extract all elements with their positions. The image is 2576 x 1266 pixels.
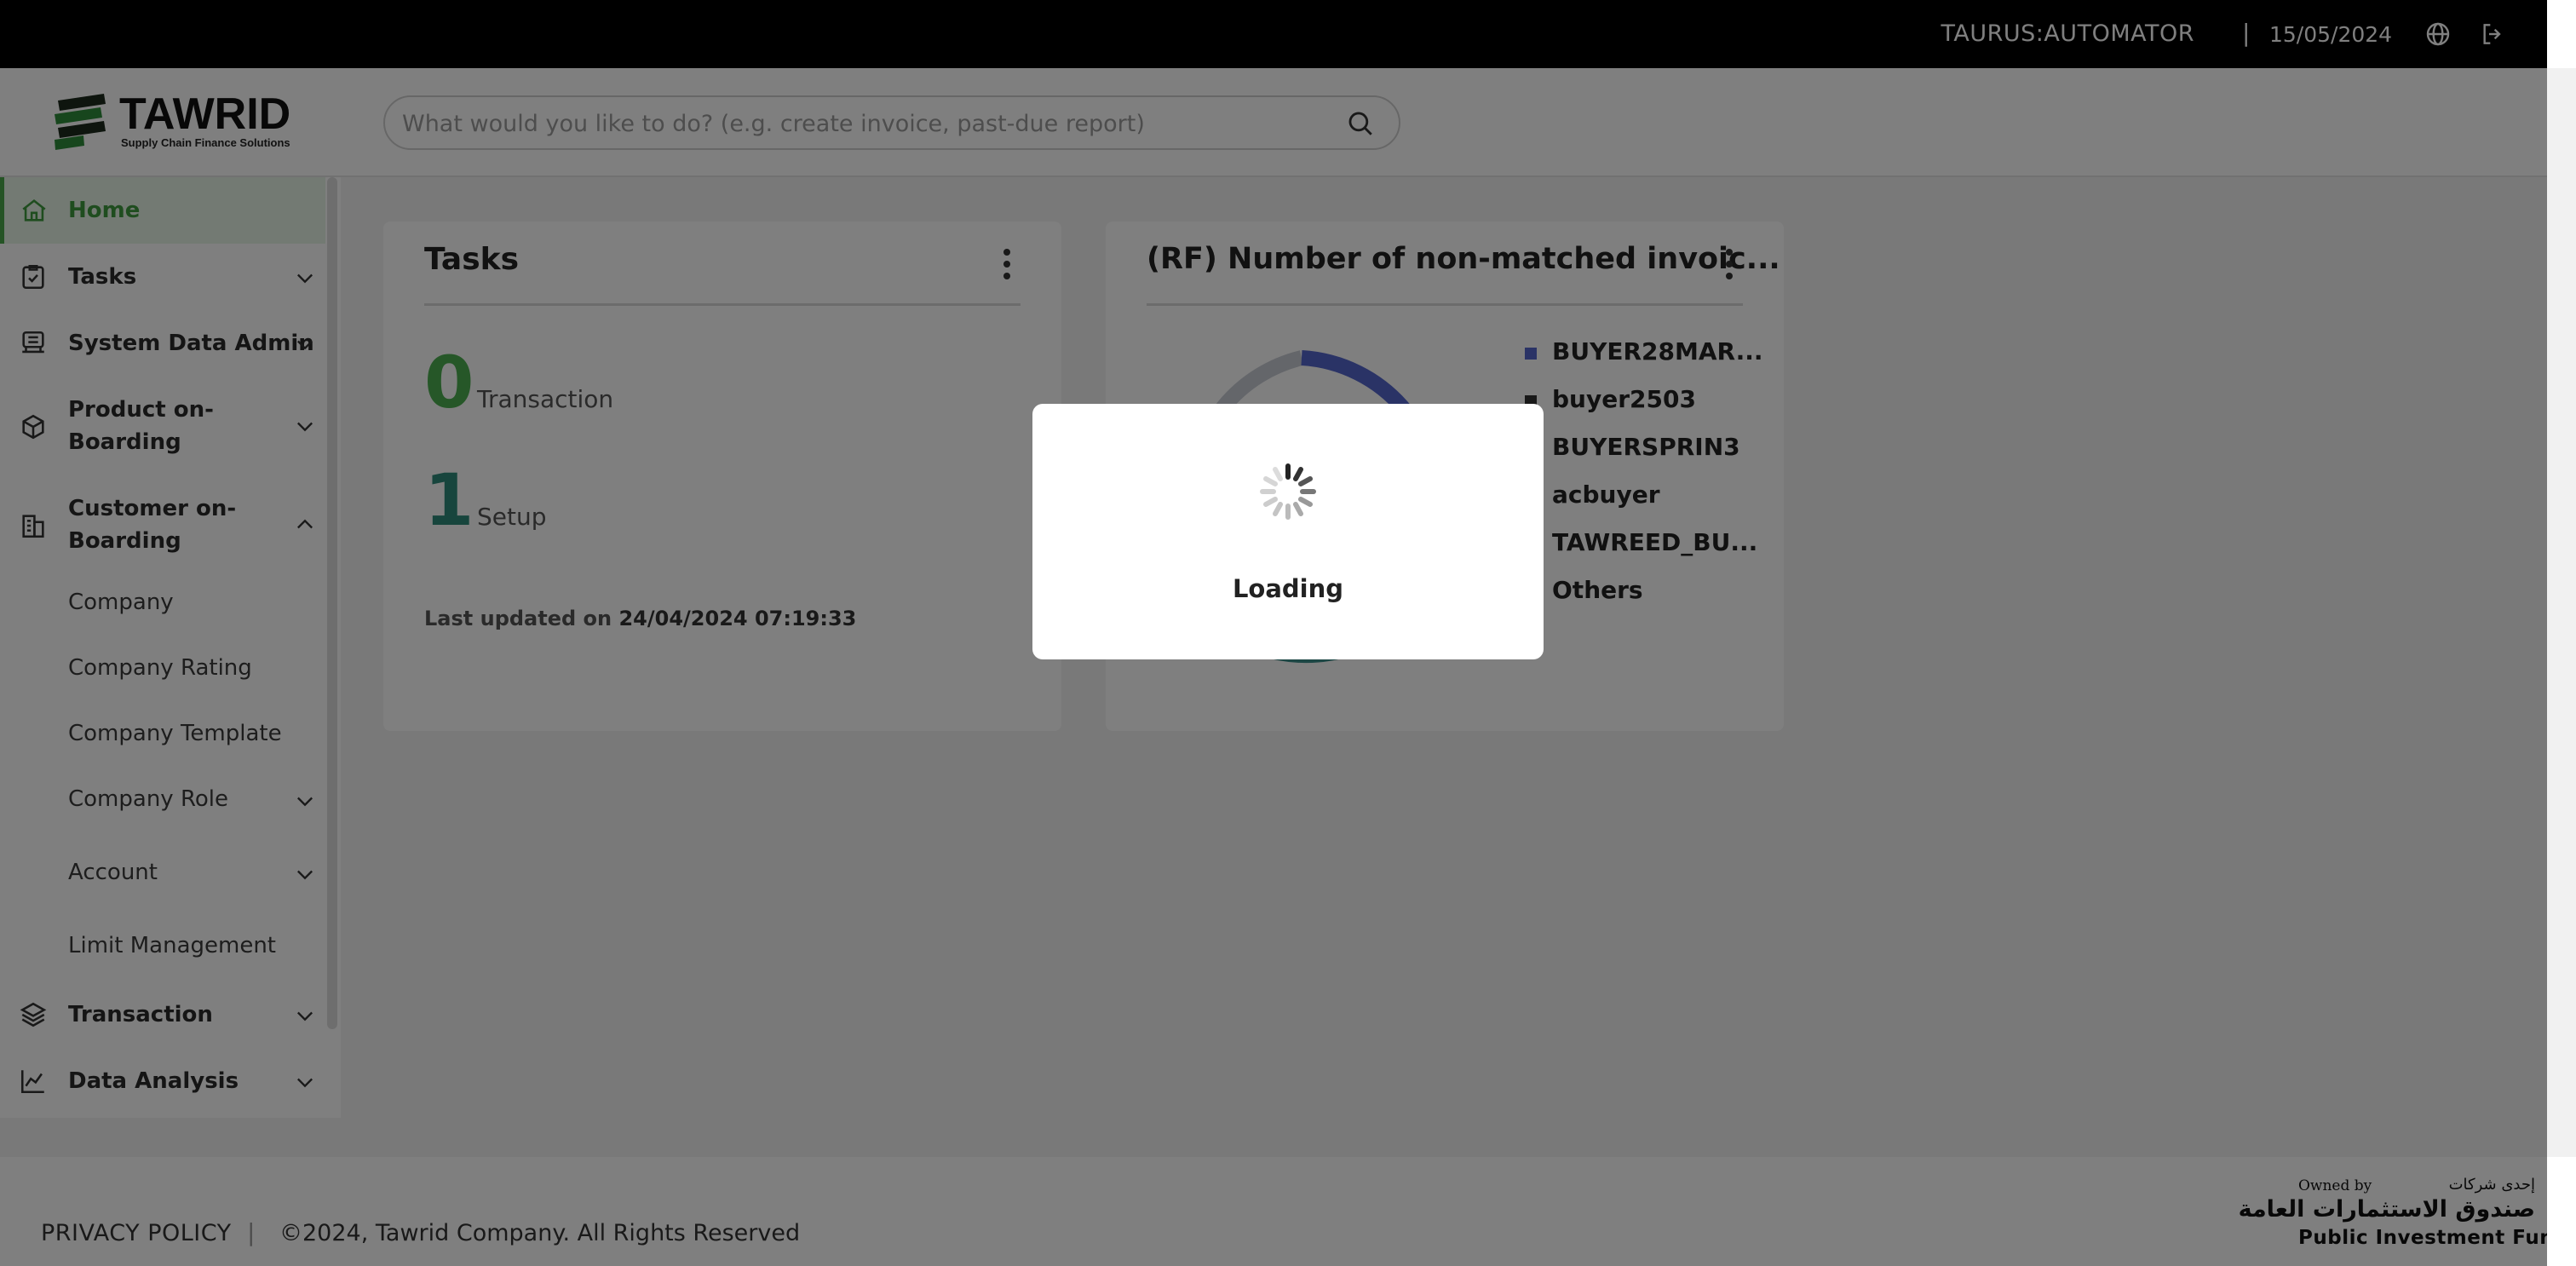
page-scrollbar-track [2547,0,2576,1266]
loading-text: Loading [1232,574,1344,603]
loading-spinner-icon [1260,463,1316,520]
page-scrollbar[interactable] [2547,68,2576,1157]
loading-dialog: Loading [1032,404,1544,659]
